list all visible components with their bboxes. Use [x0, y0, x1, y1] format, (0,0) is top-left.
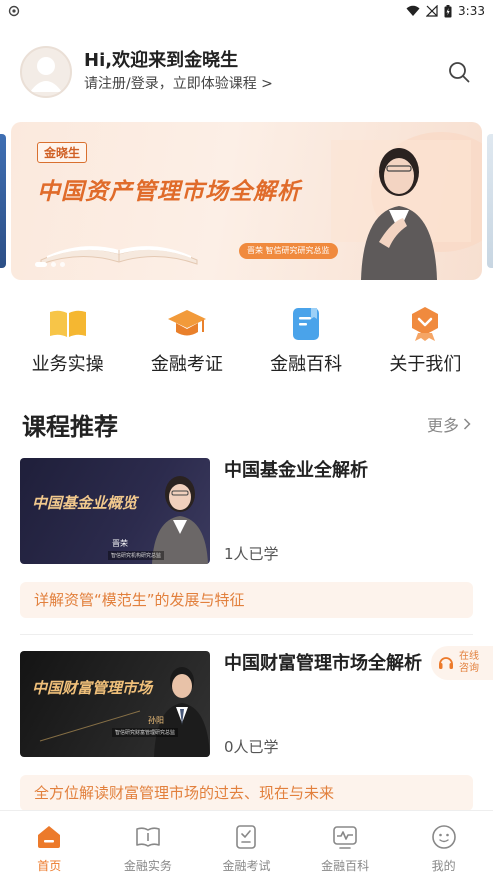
course-title[interactable]: 中国基金业全解析 — [224, 458, 368, 484]
quick-item-about-us[interactable]: 关于我们 — [370, 306, 480, 380]
thumbnail-speaker: 孙阳 — [148, 716, 164, 725]
more-link[interactable]: 更多 — [427, 412, 471, 436]
chart-monitor-icon — [333, 826, 357, 849]
thumbnail-caption: 智信研究财富管理研究总监 — [112, 728, 179, 737]
avatar[interactable] — [20, 46, 72, 98]
course-title[interactable]: 中国财富管理市场全解析 — [224, 651, 422, 677]
carousel-dot — [51, 262, 56, 267]
book-icon — [49, 310, 86, 337]
quick-item-business-practice[interactable]: 业务实操 — [13, 306, 123, 380]
tab-label: 金融考试 — [222, 859, 271, 873]
quick-item-finance-cert[interactable]: 金融考证 — [132, 306, 242, 380]
graduation-cap-icon — [167, 310, 206, 336]
badge-icon — [412, 307, 439, 341]
tab-mine[interactable]: 我的 — [394, 811, 493, 878]
thumbnail-title: 中国基金业概览 — [32, 494, 138, 512]
encyclopedia-icon — [293, 308, 320, 340]
carousel-dot-active — [35, 262, 47, 267]
search-button[interactable] — [445, 58, 473, 86]
course-description: 全方位解读财富管理市场的过去、现在与未来 — [20, 775, 473, 811]
tab-home[interactable]: 首页 — [0, 811, 99, 878]
carousel-indicator — [35, 262, 65, 267]
thumbnail-speaker: 晋荣 — [112, 539, 128, 548]
divider — [20, 634, 473, 635]
battery-charging-icon — [444, 4, 452, 17]
banner-next-peek — [487, 134, 493, 268]
bottom-tab-bar: 首页 金融实务 金融考试 金融百科 我的 — [0, 810, 493, 878]
presenter-image — [39, 667, 210, 757]
thumbnail-title: 中国财富管理市场 — [32, 679, 153, 697]
chevron-right-icon — [463, 418, 471, 430]
quick-item-finance-wiki[interactable]: 金融百科 — [251, 306, 361, 380]
search-icon — [449, 62, 470, 83]
app-screen: 3:33 Hi,欢迎来到金晓生 请注册/登录，立即体验课程 > 金晓生 中国资产… — [0, 0, 493, 878]
course-info: 中国基金业全解析 1人已学 — [224, 458, 368, 564]
tab-finance-exam[interactable]: 金融考试 — [197, 811, 296, 878]
banner-slide[interactable]: 金晓生 中国资产管理市场全解析 晋荣 智信研究研究总监 — [11, 122, 482, 280]
learner-count: 0人已学 — [224, 738, 279, 756]
tab-label: 首页 — [37, 859, 62, 873]
headset-icon — [439, 657, 453, 669]
carousel-dot — [60, 262, 65, 267]
banner-prev-peek — [0, 134, 6, 268]
status-time: 3:33 — [458, 4, 485, 18]
user-header: Hi,欢迎来到金晓生 请注册/登录，立即体验课程 > — [20, 42, 473, 102]
course-description: 详解资管“模范生”的发展与特征 — [20, 582, 473, 618]
no-signal-icon — [426, 5, 438, 17]
tab-finance-wiki[interactable]: 金融百科 — [296, 811, 395, 878]
quick-item-label: 业务实操 — [31, 354, 104, 375]
banner-logo: 金晓生 — [37, 142, 88, 163]
course-recommend-header: 课程推荐 更多 — [22, 406, 471, 442]
status-bar: 3:33 — [0, 0, 493, 22]
tab-finance-practice[interactable]: 金融实务 — [99, 811, 198, 878]
online-consult-button[interactable]: 在线 咨询 — [431, 646, 493, 680]
banner-carousel[interactable]: 金晓生 中国资产管理市场全解析 晋荣 智信研究研究总监 — [0, 122, 493, 280]
greeting-title: Hi,欢迎来到金晓生 — [84, 50, 239, 71]
default-avatar-icon — [30, 57, 62, 92]
quick-item-label: 金融百科 — [270, 354, 343, 375]
profile-face-icon — [431, 825, 456, 849]
section-title: 课程推荐 — [22, 412, 118, 441]
exam-checklist-icon — [236, 825, 257, 849]
course-thumbnail[interactable]: 中国财富管理市场 孙阳 智信研究财富管理研究总监 — [20, 651, 210, 757]
home-icon — [38, 826, 61, 848]
course-thumbnail[interactable]: 中国基金业概览 晋荣 智信研究机构研究总监 — [20, 458, 210, 564]
banner-title: 中国资产管理市场全解析 — [37, 179, 301, 205]
quick-item-label: 关于我们 — [389, 354, 462, 375]
learner-count: 1人已学 — [224, 545, 279, 563]
wifi-icon — [406, 5, 420, 16]
banner-speaker-tag: 晋荣 智信研究研究总监 — [239, 243, 338, 259]
tab-label: 金融实务 — [123, 859, 172, 873]
tab-label: 金融百科 — [321, 859, 370, 873]
more-label: 更多 — [426, 416, 459, 435]
login-prompt-link[interactable]: 请注册/登录，立即体验课程 > — [84, 73, 445, 95]
course-card[interactable]: 中国基金业概览 晋荣 智信研究机构研究总监 中国基金业全解析 1人已学 详解资管… — [20, 458, 473, 618]
greeting-block[interactable]: Hi,欢迎来到金晓生 请注册/登录，立即体验课程 > — [84, 49, 445, 95]
consult-label-line1: 在线 — [459, 651, 479, 662]
course-info: 中国财富管理市场全解析 0人已学 — [224, 651, 422, 757]
tab-label: 我的 — [431, 859, 456, 873]
thumbnail-caption: 智信研究机构研究总监 — [108, 551, 165, 560]
course-card[interactable]: 中国财富管理市场 孙阳 智信研究财富管理研究总监 中国财富管理市场全解析 0人已… — [20, 651, 473, 811]
quick-menu: 业务实操 金融考证 金融百科 关于我们 — [8, 306, 485, 380]
consult-label-line2: 咨询 — [459, 663, 479, 674]
shield-notification-icon — [8, 5, 20, 17]
quick-item-label: 金融考证 — [150, 354, 223, 375]
open-book-icon — [136, 827, 160, 847]
